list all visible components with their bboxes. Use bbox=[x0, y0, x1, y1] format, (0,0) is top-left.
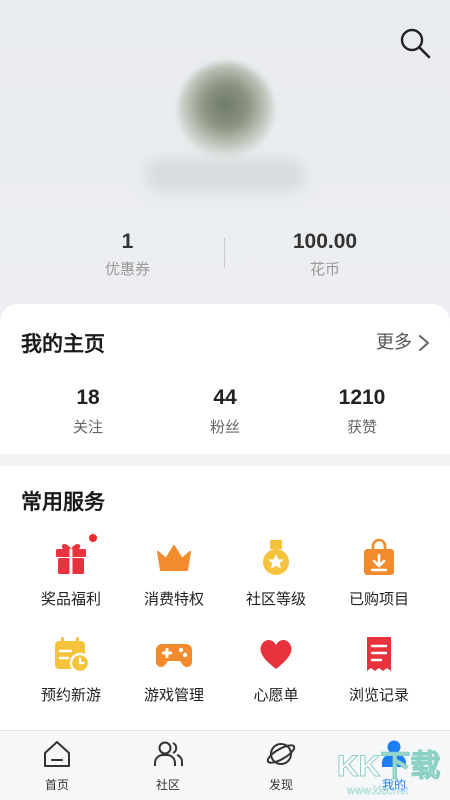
homepage-title: 我的主页 bbox=[21, 332, 105, 356]
nav-label: 社区 bbox=[155, 778, 180, 792]
service-reserve-new-games[interactable]: 预约新游 bbox=[21, 634, 121, 706]
coins-label: 花币 bbox=[309, 260, 340, 278]
nav-label: 我的 bbox=[381, 778, 406, 792]
following-count: 18 bbox=[76, 386, 100, 409]
following-stat[interactable]: 18 关注 bbox=[28, 384, 148, 438]
coins-stat[interactable]: 100.00 花币 bbox=[265, 228, 385, 280]
nav-home[interactable]: 首页 bbox=[17, 739, 97, 793]
coupon-stat[interactable]: 1 优惠券 bbox=[80, 228, 175, 280]
shopping-bag-icon bbox=[359, 538, 399, 578]
service-label: 社区等级 bbox=[245, 590, 306, 608]
my-homepage-card: 我的主页 更多 18 关注 44 粉丝 1210 获赞 bbox=[0, 304, 450, 454]
medal-icon bbox=[256, 538, 296, 578]
coupon-label: 优惠券 bbox=[104, 260, 150, 278]
following-label: 关注 bbox=[72, 418, 103, 436]
gift-icon bbox=[51, 534, 97, 578]
service-label: 心愿单 bbox=[253, 686, 299, 704]
fans-count: 44 bbox=[213, 386, 237, 409]
service-game-management[interactable]: 游戏管理 bbox=[124, 634, 224, 706]
fans-label: 粉丝 bbox=[209, 418, 240, 436]
calendar-clock-icon bbox=[51, 634, 91, 674]
notification-dot bbox=[89, 534, 97, 542]
fans-stat[interactable]: 44 粉丝 bbox=[165, 384, 285, 438]
search-icon bbox=[400, 28, 431, 59]
profile-header: 1 优惠券 100.00 花币 bbox=[0, 0, 450, 320]
service-wishlist[interactable]: 心愿单 bbox=[226, 634, 326, 706]
service-consumer-privilege[interactable]: 消费特权 bbox=[124, 538, 224, 610]
nav-label: 发现 bbox=[268, 778, 293, 792]
bottom-nav: 首页 社区 发现 我的 bbox=[0, 730, 450, 800]
likes-label: 获赞 bbox=[346, 418, 377, 436]
coins-balance: 100.00 bbox=[292, 230, 358, 253]
search-button[interactable] bbox=[398, 26, 432, 60]
likes-stat[interactable]: 1210 获赞 bbox=[302, 384, 422, 438]
avatar[interactable] bbox=[178, 62, 274, 158]
common-services-card: 常用服务 奖品福利 消费特权 社区等级 已购项目 预约新游 游戏管理 心愿单 浏… bbox=[0, 466, 450, 730]
service-browsing-history[interactable]: 浏览记录 bbox=[329, 634, 429, 706]
community-icon bbox=[154, 741, 183, 766]
service-label: 预约新游 bbox=[40, 686, 101, 704]
services-title: 常用服务 bbox=[21, 490, 105, 514]
more-label: 更多 bbox=[376, 332, 412, 353]
username-blurred bbox=[145, 158, 305, 192]
service-label: 奖品福利 bbox=[40, 590, 101, 608]
service-label: 消费特权 bbox=[143, 590, 204, 608]
chevron-right-icon bbox=[419, 335, 429, 351]
gamepad-icon bbox=[154, 634, 194, 674]
service-community-level[interactable]: 社区等级 bbox=[226, 538, 326, 610]
heart-icon bbox=[256, 634, 296, 674]
crown-icon bbox=[154, 538, 194, 578]
service-label: 浏览记录 bbox=[348, 686, 409, 704]
planet-icon bbox=[266, 743, 296, 765]
service-purchased-items[interactable]: 已购项目 bbox=[329, 538, 429, 610]
service-prize-welfare[interactable]: 奖品福利 bbox=[21, 534, 121, 610]
profile-icon bbox=[382, 740, 406, 767]
home-icon bbox=[44, 741, 70, 767]
nav-community[interactable]: 社区 bbox=[128, 739, 208, 793]
nav-label: 首页 bbox=[44, 778, 69, 792]
service-label: 已购项目 bbox=[348, 590, 409, 608]
receipt-icon bbox=[359, 634, 399, 674]
more-link[interactable]: 更多 bbox=[376, 330, 430, 356]
nav-discover[interactable]: 发现 bbox=[241, 739, 321, 793]
stat-divider bbox=[224, 238, 225, 268]
likes-count: 1210 bbox=[338, 386, 386, 409]
service-label: 游戏管理 bbox=[143, 686, 204, 704]
nav-mine[interactable]: 我的 bbox=[354, 739, 434, 793]
coupon-count: 1 bbox=[121, 230, 134, 253]
